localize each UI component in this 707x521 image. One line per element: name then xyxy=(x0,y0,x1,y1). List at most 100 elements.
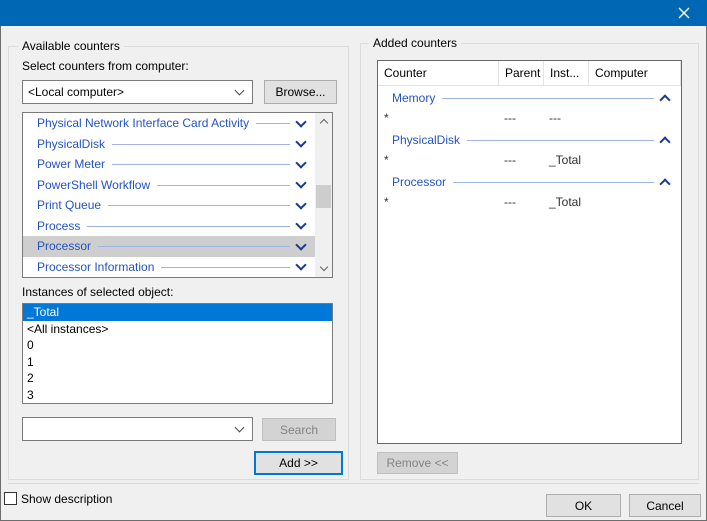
cell-instance: _Total xyxy=(544,195,589,209)
search-button[interactable]: Search xyxy=(262,418,336,441)
leader-line xyxy=(442,98,654,99)
chevron-down-icon[interactable] xyxy=(295,178,306,189)
added-group-row[interactable]: Memory xyxy=(378,88,681,108)
counter-item[interactable]: PhysicalDisk xyxy=(23,134,315,155)
added-group-row[interactable]: Processor xyxy=(378,172,681,192)
leader-line xyxy=(108,205,290,206)
show-description-label[interactable]: Show description xyxy=(21,492,112,506)
added-counter-row[interactable]: * --- _Total xyxy=(378,150,681,170)
chevron-up-icon[interactable] xyxy=(659,178,670,189)
cell-parent: --- xyxy=(499,111,544,125)
scroll-down-button[interactable] xyxy=(315,260,332,277)
counter-label: Processor xyxy=(37,239,91,253)
counter-label: PhysicalDisk xyxy=(37,137,105,151)
remove-button[interactable]: Remove << xyxy=(377,452,458,474)
instance-label: 0 xyxy=(27,338,34,352)
counter-label: Processor Information xyxy=(37,260,154,274)
chevron-down-icon[interactable] xyxy=(295,137,306,148)
added-counters-group-label: Added counters xyxy=(369,36,461,50)
counter-label: Physical Network Interface Card Activity xyxy=(37,116,249,130)
chevron-up-icon[interactable] xyxy=(659,94,670,105)
chevron-down-icon[interactable] xyxy=(295,260,306,271)
add-counters-dialog: { "colors": { "titlebar": "#0067b4", "ac… xyxy=(0,0,707,521)
instance-label: <All instances> xyxy=(27,322,108,336)
cancel-button[interactable]: Cancel xyxy=(629,494,701,517)
counter-item[interactable]: Print Queue xyxy=(23,195,315,216)
instance-label: 2 xyxy=(27,371,34,385)
leader-line xyxy=(98,246,290,247)
leader-line xyxy=(157,185,290,186)
counter-label: Power Meter xyxy=(37,157,105,171)
added-group-label: Memory xyxy=(392,91,435,105)
chevron-down-icon[interactable] xyxy=(295,219,306,230)
instance-search-combo[interactable] xyxy=(22,417,253,441)
cell-parent: --- xyxy=(499,153,544,167)
leader-line xyxy=(112,144,290,145)
close-button[interactable] xyxy=(661,0,707,26)
counters-scrollbar[interactable] xyxy=(315,113,332,277)
show-description-checkbox[interactable] xyxy=(4,492,17,505)
leader-line xyxy=(112,164,290,165)
added-group-label: Processor xyxy=(392,175,446,189)
instance-item[interactable]: 2 xyxy=(23,370,332,387)
leader-line xyxy=(87,226,290,227)
scroll-up-button[interactable] xyxy=(315,113,332,130)
counter-label: Print Queue xyxy=(37,198,101,212)
instance-item-selected[interactable]: _Total xyxy=(23,304,332,321)
leader-line xyxy=(256,123,290,124)
cell-counter: * xyxy=(378,153,499,167)
column-header-counter[interactable]: Counter xyxy=(378,61,499,85)
counter-label: Process xyxy=(37,219,80,233)
counter-item[interactable]: Process xyxy=(23,216,315,237)
chevron-up-icon xyxy=(319,119,327,127)
counter-item-selected[interactable]: Processor xyxy=(23,236,315,257)
added-counter-row[interactable]: * --- _Total xyxy=(378,192,681,212)
leader-line xyxy=(467,140,654,141)
column-header-computer[interactable]: Computer xyxy=(589,61,681,85)
titlebar[interactable] xyxy=(0,0,707,26)
select-counters-label: Select counters from computer: xyxy=(22,59,189,73)
counter-item[interactable]: Physical Network Interface Card Activity xyxy=(23,113,315,134)
instances-listbox: _Total <All instances> 0 1 2 3 xyxy=(22,303,333,404)
added-group-label: PhysicalDisk xyxy=(392,133,460,147)
leader-line xyxy=(161,267,290,268)
added-counter-row[interactable]: * --- --- xyxy=(378,108,681,128)
instance-item[interactable]: 3 xyxy=(23,387,332,404)
available-counters-group-label: Available counters xyxy=(18,39,124,53)
footer-divider xyxy=(8,483,699,484)
column-header-instance[interactable]: Inst... xyxy=(544,61,589,85)
added-counters-table: Counter Parent Inst... Computer Memory *… xyxy=(377,60,682,444)
cell-instance: --- xyxy=(544,111,589,125)
instance-search-input[interactable] xyxy=(23,421,232,437)
counter-item[interactable]: PowerShell Workflow xyxy=(23,175,315,196)
table-header-row: Counter Parent Inst... Computer xyxy=(378,61,681,86)
computer-combo-value: <Local computer> xyxy=(23,85,232,99)
chevron-down-icon[interactable] xyxy=(295,116,306,127)
browse-button[interactable]: Browse... xyxy=(264,80,337,104)
added-group-row[interactable]: PhysicalDisk xyxy=(378,130,681,150)
counter-label: PowerShell Workflow xyxy=(37,178,150,192)
column-header-parent[interactable]: Parent xyxy=(499,61,544,85)
computer-combo[interactable]: <Local computer> xyxy=(22,80,253,104)
instance-item[interactable]: <All instances> xyxy=(23,321,332,338)
cell-instance: _Total xyxy=(544,153,589,167)
instance-label: _Total xyxy=(27,305,59,319)
cell-counter: * xyxy=(378,195,499,209)
chevron-up-icon[interactable] xyxy=(659,136,670,147)
chevron-down-icon[interactable] xyxy=(295,198,306,209)
instance-item[interactable]: 0 xyxy=(23,337,332,354)
add-button[interactable]: Add >> xyxy=(254,451,343,475)
close-icon xyxy=(678,7,690,19)
ok-button[interactable]: OK xyxy=(546,494,621,517)
counter-item[interactable]: Processor Information xyxy=(23,257,315,278)
scrollbar-thumb[interactable] xyxy=(316,185,331,208)
instance-item[interactable]: 1 xyxy=(23,354,332,371)
chevron-down-icon[interactable] xyxy=(295,239,306,250)
instance-label: 3 xyxy=(27,388,34,402)
counter-item[interactable]: Power Meter xyxy=(23,154,315,175)
instances-label: Instances of selected object: xyxy=(22,285,173,299)
leader-line xyxy=(453,182,654,183)
chevron-down-icon[interactable] xyxy=(295,157,306,168)
chevron-down-icon xyxy=(235,86,245,96)
chevron-down-icon xyxy=(319,263,327,271)
